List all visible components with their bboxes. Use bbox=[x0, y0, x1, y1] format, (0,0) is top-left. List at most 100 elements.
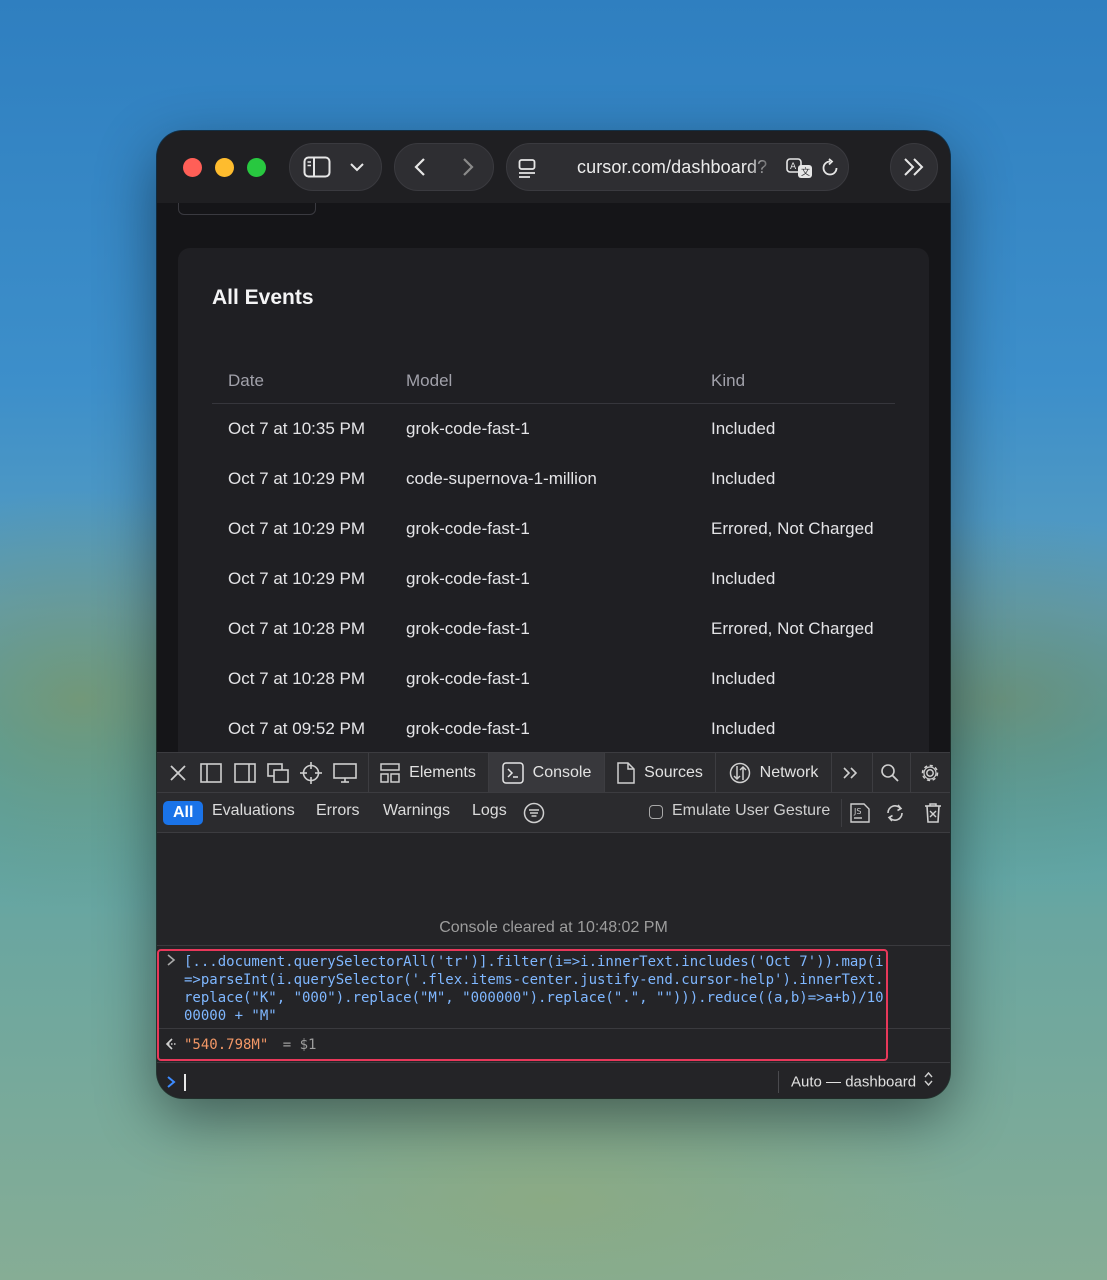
tab-label: Console bbox=[532, 764, 592, 781]
card-title: All Events bbox=[212, 286, 314, 309]
partial-control[interactable] bbox=[178, 203, 316, 215]
cell-kind: Errored, Not Charged bbox=[711, 619, 874, 638]
zoom-window-button[interactable] bbox=[247, 158, 266, 177]
console-filter-bar: All Evaluations Errors Warnings Logs Emu… bbox=[157, 792, 950, 833]
filter-options-icon[interactable] bbox=[522, 801, 546, 825]
cell-date: Oct 7 at 10:29 PM bbox=[228, 519, 366, 538]
svg-text:A: A bbox=[790, 162, 797, 172]
table-row[interactable]: Oct 7 at 09:52 PM grok-code-fast-1 Inclu… bbox=[178, 719, 929, 752]
more-toolbar-items-button[interactable] bbox=[890, 143, 938, 191]
divider bbox=[910, 753, 911, 793]
chevron-down-icon[interactable] bbox=[346, 156, 368, 178]
highlight-box bbox=[157, 949, 888, 1061]
browser-toolbar: cursor.com/dashboard? A文 bbox=[157, 131, 950, 203]
navigation-group bbox=[394, 143, 494, 191]
network-icon bbox=[729, 762, 750, 784]
device-mode-icon[interactable] bbox=[333, 761, 357, 785]
close-icon[interactable] bbox=[166, 761, 190, 785]
cell-date: Oct 7 at 10:29 PM bbox=[228, 569, 366, 588]
divider bbox=[157, 1062, 950, 1063]
emulate-gesture-checkbox[interactable] bbox=[649, 805, 663, 819]
console-icon bbox=[501, 762, 524, 784]
page-content: All Events Date Model Kind Oct 7 at 10:3… bbox=[157, 203, 950, 752]
address-bar[interactable]: cursor.com/dashboard? A文 bbox=[506, 143, 849, 191]
elements-icon bbox=[380, 763, 400, 783]
search-icon[interactable] bbox=[878, 761, 902, 785]
cell-model: grok-code-fast-1 bbox=[406, 669, 530, 688]
tab-console[interactable]: Console bbox=[489, 753, 604, 793]
table-row[interactable]: Oct 7 at 10:35 PM grok-code-fast-1 Inclu… bbox=[178, 419, 929, 469]
browser-window: cursor.com/dashboard? A文 All Events Date… bbox=[157, 131, 950, 1098]
more-tabs-icon[interactable] bbox=[839, 761, 863, 785]
forward-icon[interactable] bbox=[457, 156, 479, 178]
tab-elements[interactable]: Elements bbox=[369, 753, 487, 793]
divider bbox=[157, 945, 950, 946]
divider bbox=[872, 753, 873, 793]
tab-sources[interactable]: Sources bbox=[605, 753, 715, 793]
filter-evaluations[interactable]: Evaluations bbox=[212, 802, 295, 820]
devtools-tab-bar: Elements Console Sources Network bbox=[157, 752, 950, 793]
svg-text:JS: JS bbox=[853, 807, 861, 816]
cell-kind: Included bbox=[711, 669, 776, 688]
cell-date: Oct 7 at 10:28 PM bbox=[228, 619, 366, 638]
table-row[interactable]: Oct 7 at 10:29 PM grok-code-fast-1 Inclu… bbox=[178, 569, 929, 619]
url-text: cursor.com/dashboard? bbox=[577, 157, 768, 177]
divider bbox=[831, 753, 832, 793]
double-chevron-right-icon bbox=[902, 156, 926, 178]
column-header-model: Model bbox=[406, 371, 453, 390]
updown-chevron-icon bbox=[924, 1071, 933, 1094]
clear-console-icon[interactable] bbox=[921, 801, 945, 825]
cell-kind: Errored, Not Charged bbox=[711, 519, 874, 538]
cell-model: grok-code-fast-1 bbox=[406, 419, 530, 438]
gear-icon[interactable] bbox=[918, 761, 942, 785]
cell-kind: Included bbox=[711, 419, 776, 438]
console-prompt-input[interactable] bbox=[184, 1074, 186, 1091]
page-settings-icon[interactable] bbox=[515, 156, 539, 180]
dock-right-icon[interactable] bbox=[233, 761, 257, 785]
table-row[interactable]: Oct 7 at 10:29 PM code-supernova-1-milli… bbox=[178, 469, 929, 519]
execution-context-selector[interactable]: Auto — dashboard bbox=[778, 1071, 933, 1093]
close-window-button[interactable] bbox=[183, 158, 202, 177]
cell-date: Oct 7 at 09:52 PM bbox=[228, 719, 366, 738]
column-header-kind: Kind bbox=[711, 371, 746, 390]
filter-all[interactable]: All bbox=[163, 801, 204, 825]
cell-model: grok-code-fast-1 bbox=[406, 519, 530, 538]
console-cleared-message: Console cleared at 10:48:02 PM bbox=[439, 919, 668, 936]
preserve-log-icon[interactable] bbox=[883, 801, 907, 825]
url-fade bbox=[747, 152, 777, 184]
minimize-window-button[interactable] bbox=[215, 158, 234, 177]
cell-model: grok-code-fast-1 bbox=[406, 619, 530, 638]
console-panel: Console cleared at 10:48:02 PM [...docum… bbox=[157, 833, 950, 1098]
cell-kind: Included bbox=[711, 719, 776, 738]
tab-network[interactable]: Network bbox=[716, 753, 831, 793]
sidebar-toggle-group bbox=[289, 143, 382, 191]
filter-errors[interactable]: Errors bbox=[316, 802, 360, 820]
cell-kind: Included bbox=[711, 469, 776, 488]
filter-logs[interactable]: Logs bbox=[472, 802, 507, 820]
back-icon[interactable] bbox=[409, 156, 431, 178]
dock-left-icon[interactable] bbox=[199, 761, 223, 785]
cell-date: Oct 7 at 10:29 PM bbox=[228, 469, 366, 488]
emulate-gesture-label: Emulate User Gesture bbox=[672, 802, 831, 819]
cell-date: Oct 7 at 10:28 PM bbox=[228, 669, 366, 688]
all-events-card: All Events Date Model Kind Oct 7 at 10:3… bbox=[178, 248, 929, 752]
table-row[interactable]: Oct 7 at 10:28 PM grok-code-fast-1 Inclu… bbox=[178, 669, 929, 719]
tab-label: Elements bbox=[409, 764, 476, 781]
sidebar-icon[interactable] bbox=[302, 154, 332, 180]
cell-model: code-supernova-1-million bbox=[406, 469, 597, 488]
svg-text:文: 文 bbox=[801, 166, 810, 178]
sources-icon bbox=[617, 762, 635, 784]
prompt-chevron-icon bbox=[166, 1075, 176, 1092]
filter-warnings[interactable]: Warnings bbox=[383, 802, 450, 820]
element-picker-icon[interactable] bbox=[299, 761, 323, 785]
source-map-icon[interactable]: JS bbox=[848, 801, 872, 825]
undock-window-icon[interactable] bbox=[266, 761, 290, 785]
tab-label: Network bbox=[759, 764, 819, 781]
tab-label: Sources bbox=[644, 764, 703, 781]
column-header-date: Date bbox=[228, 371, 264, 390]
translate-icon[interactable]: A文 bbox=[786, 156, 814, 180]
reload-icon[interactable] bbox=[818, 156, 842, 180]
context-label: Auto — dashboard bbox=[791, 1073, 917, 1091]
table-row[interactable]: Oct 7 at 10:28 PM grok-code-fast-1 Error… bbox=[178, 619, 929, 669]
table-row[interactable]: Oct 7 at 10:29 PM grok-code-fast-1 Error… bbox=[178, 519, 929, 569]
